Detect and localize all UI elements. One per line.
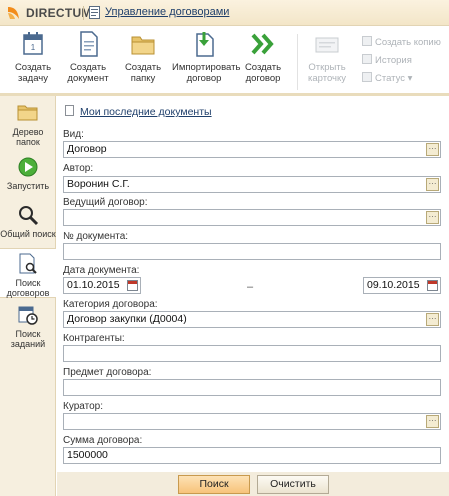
date-range-dash: – [247,281,254,293]
curator-field[interactable]: ··· [63,413,441,430]
history-label: История [375,55,412,66]
title-bar: DIRECTUM Управление договорами [0,0,449,26]
nav-contract-search[interactable]: Поиск договоров [0,248,56,298]
date-to-value: 09.10.2015 [367,279,420,291]
svg-text:1: 1 [31,43,36,52]
folders-icon [17,105,38,121]
curator-picker-button[interactable]: ··· [426,415,439,428]
open-card-button[interactable]: Открыть карточку [303,30,351,90]
ribbon-divider [297,34,298,90]
author-picker-button[interactable]: ··· [426,178,439,191]
create-folder-button[interactable]: Создать папку [120,30,166,90]
category-picker-button[interactable]: ··· [426,313,439,326]
nav-general-search-label: Общий поиск [0,229,56,239]
sum-label: Сумма договора: [63,435,143,446]
task-search-icon [18,306,38,325]
copy-icon [362,36,372,46]
ribbon-toolbar: 1 Создать задачу Создать документ Создат… [0,26,449,96]
contracts-app-icon [89,6,100,19]
status-dropdown[interactable]: Статус ▾ [362,72,412,86]
contract-search-form: Мои последние документы Вид: Договор ···… [57,96,449,496]
doc-date-label: Дата документа: [63,265,140,276]
app-title-link[interactable]: Управление договорами [105,6,229,18]
date-from-calendar-icon[interactable] [127,280,138,291]
status-icon [362,72,372,82]
nav-folder-tree[interactable]: Дерево папок [0,102,56,148]
category-value: Договор закупки (Д0004) [67,313,187,325]
play-icon [18,157,38,177]
doc-number-label: № документа: [63,231,129,242]
subject-label: Предмет договора: [63,367,152,378]
folder-icon [131,36,155,55]
history-icon [362,54,372,64]
double-chevron-icon [251,33,274,55]
card-icon [315,37,339,53]
date-to-field[interactable]: 09.10.2015 [363,277,441,294]
author-field[interactable]: Воронин С.Г. ··· [63,176,441,193]
create-document-button[interactable]: Создать документ [64,30,112,90]
doc-number-field[interactable] [63,243,441,260]
import-contract-button[interactable]: Импортировать договор [172,30,241,90]
history-button[interactable]: История [362,54,412,68]
lead-contract-field[interactable]: ··· [63,209,441,226]
nav-run[interactable]: Запустить [0,156,56,196]
magnifier-icon [19,206,39,226]
counterparties-label: Контрагенты: [63,333,125,344]
search-button[interactable]: Поиск [178,475,250,494]
nav-general-search[interactable]: Общий поиск [0,204,56,244]
author-value: Воронин С.Г. [67,178,130,190]
nav-folder-tree-label: Дерево папок [12,127,44,147]
sum-value: 1500000 [67,449,108,461]
lead-contract-picker-button[interactable]: ··· [426,211,439,224]
document-small-icon [65,105,74,116]
create-contract-button[interactable]: Создать договор [240,30,286,90]
title-divider [83,6,84,20]
nav-run-label: Запустить [6,181,50,191]
status-label: Статус ▾ [375,73,413,84]
left-nav-panel: Дерево папок Запустить Общий поиск Поиск… [0,96,56,496]
date-to-calendar-icon[interactable] [427,280,438,291]
curator-label: Куратор: [63,401,103,412]
import-contract-label: Импортировать договор [172,62,241,84]
calendar-icon: 1 [23,32,43,55]
create-task-button[interactable]: 1 Создать задачу [10,30,56,90]
nav-task-search-label: Поиск заданий [10,329,46,349]
create-folder-label: Создать папку [124,62,162,84]
date-from-field[interactable]: 01.10.2015 [63,277,141,294]
lead-contract-label: Ведущий договор: [63,197,148,208]
form-footer [57,472,449,496]
kind-value: Договор [67,143,107,155]
document-icon [80,31,98,57]
counterparties-field[interactable] [63,345,441,362]
category-field[interactable]: Договор закупки (Д0004) ··· [63,311,441,328]
sum-field[interactable]: 1500000 [63,447,441,464]
create-contract-label: Создать договор [244,62,282,84]
subject-field[interactable] [63,379,441,396]
create-document-label: Создать документ [67,62,109,84]
create-task-label: Создать задачу [14,62,52,84]
contract-search-icon [19,253,37,274]
kind-label: Вид: [63,129,84,140]
nav-task-search[interactable]: Поиск заданий [0,304,56,350]
date-from-value: 01.10.2015 [67,279,120,291]
recent-documents-link[interactable]: Мои последние документы [65,105,212,118]
kind-field[interactable]: Договор ··· [63,141,441,158]
kind-picker-button[interactable]: ··· [426,143,439,156]
create-copy-button[interactable]: Создать копию [362,36,441,50]
author-label: Автор: [63,163,94,174]
recent-documents-label: Мои последние документы [80,106,212,118]
import-icon [196,32,214,57]
clear-button[interactable]: Очистить [257,475,329,494]
open-card-label: Открыть карточку [307,62,346,84]
nav-contract-search-label: Поиск договоров [6,278,50,298]
category-label: Категория договора: [63,299,158,310]
directum-logo-icon [8,7,19,19]
brand-name: DIRECTUM [26,6,92,20]
create-copy-label: Создать копию [375,37,441,48]
